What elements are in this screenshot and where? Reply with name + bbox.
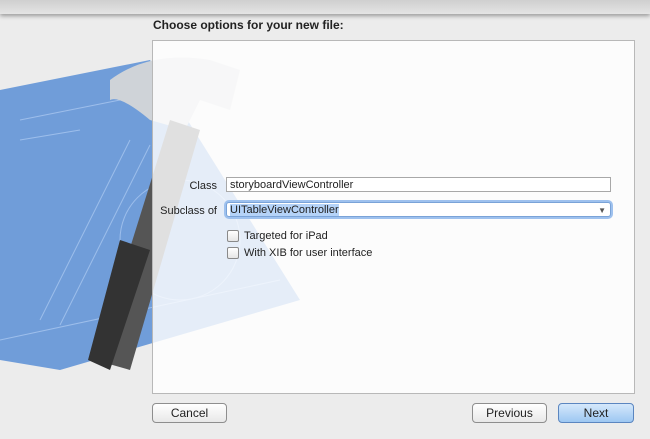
checkbox-label: With XIB for user interface: [244, 247, 372, 259]
targeted-ipad-checkbox[interactable]: Targeted for iPad: [227, 230, 328, 242]
with-xib-checkbox[interactable]: With XIB for user interface: [227, 247, 372, 259]
checkbox-icon: [227, 247, 239, 259]
subclass-value: UITableViewController: [230, 204, 339, 216]
checkbox-label: Targeted for iPad: [244, 230, 328, 242]
subclass-dropdown[interactable]: UITableViewController ▼: [226, 202, 611, 217]
cancel-button[interactable]: Cancel: [152, 403, 227, 423]
dialog-title: Choose options for your new file:: [153, 18, 344, 32]
next-button[interactable]: Next: [558, 403, 634, 423]
checkbox-icon: [227, 230, 239, 242]
class-name-input[interactable]: storyboardViewController: [226, 177, 611, 192]
options-panel: [152, 40, 635, 394]
chevron-down-icon: ▼: [598, 203, 606, 218]
class-label: Class: [153, 180, 217, 192]
window-title-bar: [0, 0, 650, 14]
previous-button[interactable]: Previous: [472, 403, 547, 423]
subclass-label: Subclass of: [153, 205, 217, 217]
